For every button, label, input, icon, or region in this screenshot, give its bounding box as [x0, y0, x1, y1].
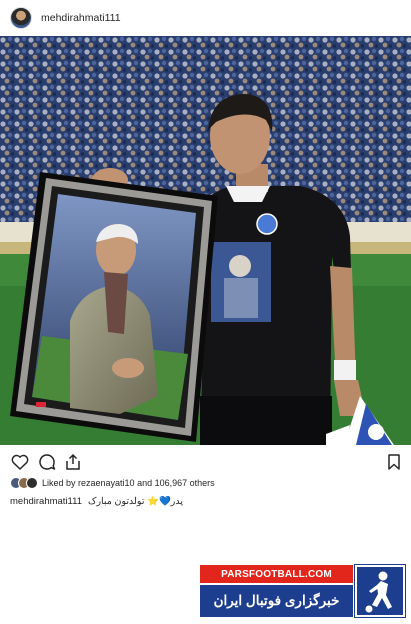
- comment-icon[interactable]: [37, 452, 57, 472]
- caption-text: پدر💙⭐ تولدتون مبارک: [87, 496, 183, 507]
- post-image: [0, 36, 411, 445]
- heart-icon[interactable]: [10, 452, 30, 472]
- bookmark-icon[interactable]: [384, 452, 404, 472]
- watermark-site: PARSFOOTBALL.COM: [200, 565, 353, 583]
- header-username[interactable]: mehdirahmati111: [41, 12, 121, 24]
- profile-avatar[interactable]: [10, 7, 32, 29]
- framed-portrait: [10, 172, 218, 442]
- footballer-logo-icon: [354, 564, 406, 618]
- post-action-bar: [0, 450, 411, 474]
- watermark-tagline: خبرگزاری فوتبال ایران: [200, 585, 353, 617]
- post-photo[interactable]: [0, 36, 411, 445]
- likes-text: Liked by rezaenayati10 and 106,967 other…: [42, 478, 215, 488]
- post-header: mehdirahmati111: [0, 0, 411, 36]
- likes-summary[interactable]: Liked by rezaenayati10 and 106,967 other…: [10, 476, 215, 490]
- liker-avatar: [26, 477, 38, 489]
- share-icon[interactable]: [63, 452, 83, 472]
- caption-username[interactable]: mehdirahmati111: [10, 496, 82, 507]
- parsfootball-watermark: PARSFOOTBALL.COM خبرگزاری فوتبال ایران: [200, 564, 406, 621]
